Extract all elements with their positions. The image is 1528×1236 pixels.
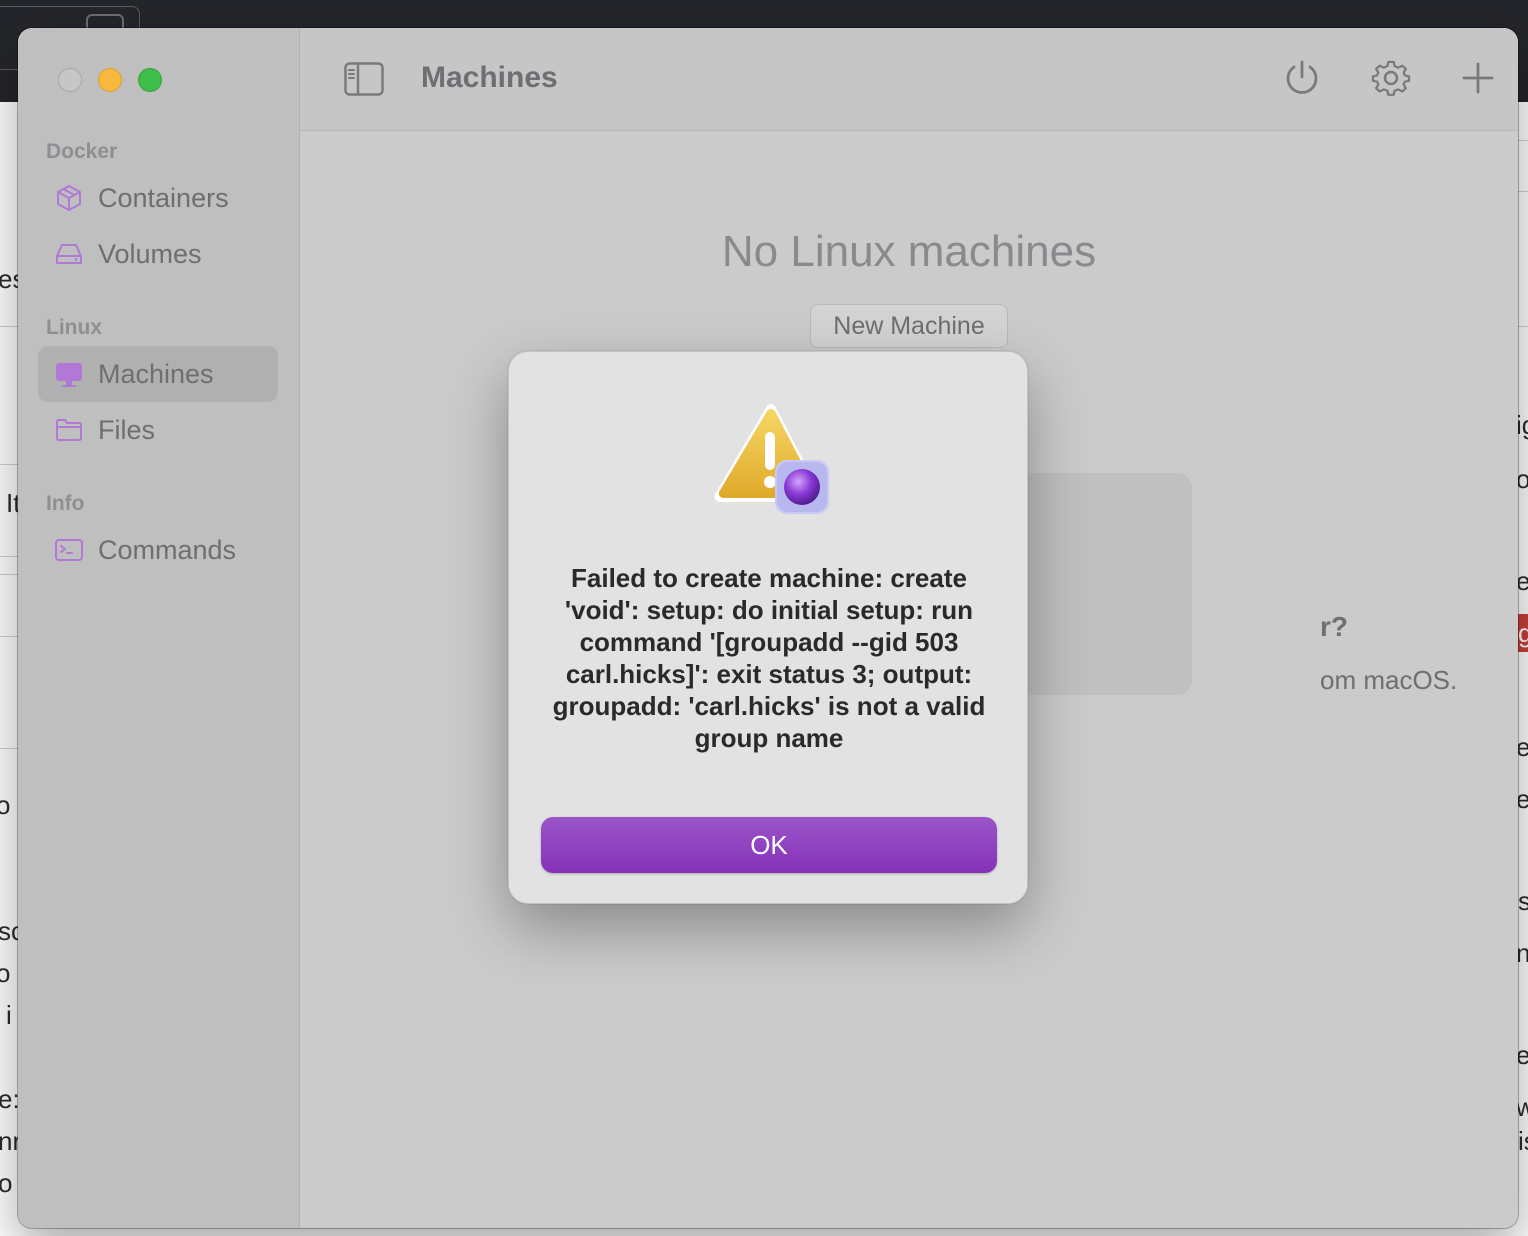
background-rule	[1518, 326, 1528, 327]
sidebar-toggle-icon[interactable]	[344, 62, 384, 96]
sidebar-item-machines[interactable]: Machines	[38, 346, 278, 402]
background-rule	[0, 574, 18, 575]
info-card-visible-text: r? om macOS.	[1310, 601, 1510, 701]
sidebar-section-linux: Linux	[46, 316, 102, 339]
sidebar-item-label: Files	[98, 415, 156, 445]
toolbar: Machines	[300, 28, 1518, 131]
background-text-fragment: o	[0, 790, 11, 820]
background-text-fragment: is	[1518, 1126, 1528, 1156]
info-card-body: om macOS.	[1320, 665, 1458, 695]
background-rule	[0, 748, 18, 749]
zoom-window-button[interactable]	[138, 68, 162, 92]
info-card-heading: r?	[1320, 611, 1348, 642]
drive-icon	[56, 244, 82, 264]
sidebar-item-label: Machines	[98, 359, 214, 389]
background-rule	[0, 326, 18, 327]
background-text-fragment: i	[6, 1000, 12, 1030]
terminal-icon	[55, 539, 83, 561]
folder-icon	[56, 419, 82, 441]
sidebar-item-commands[interactable]: Commands	[38, 522, 278, 578]
sidebar-section-info: Info	[46, 492, 85, 515]
new-machine-button[interactable]: New Machine	[810, 304, 1008, 348]
ok-button[interactable]: OK	[541, 817, 997, 873]
background-rule	[0, 464, 18, 465]
sidebar-item-label: Commands	[98, 535, 237, 565]
sidebar-item-files[interactable]: Files	[38, 402, 278, 458]
error-alert-dialog: Failed to create machine: create 'void':…	[508, 351, 1028, 904]
background-rule	[0, 636, 18, 637]
background-rule	[0, 556, 18, 557]
sidebar-section-docker: Docker	[46, 140, 118, 163]
background-text-fragment: o	[0, 1168, 13, 1198]
cube-icon	[57, 185, 81, 211]
plus-icon[interactable]	[1458, 58, 1498, 98]
sidebar-item-label: Volumes	[98, 239, 202, 269]
background-text-fragment: s	[1518, 886, 1528, 916]
empty-state-title: No Linux machines	[721, 227, 1097, 276]
sidebar-item-label: Containers	[98, 183, 229, 213]
monitor-icon	[56, 363, 82, 387]
warning-triangle-icon	[714, 404, 829, 514]
sidebar: Docker Containers Volumes Linux Machines…	[18, 28, 300, 1228]
minimize-window-button[interactable]	[98, 68, 122, 92]
sidebar-item-volumes[interactable]: Volumes	[38, 226, 278, 282]
power-icon[interactable]	[1282, 58, 1322, 98]
page-title: Machines	[421, 61, 558, 94]
alert-message: Failed to create machine: create 'void':…	[552, 563, 986, 753]
background-text-fragment: g	[1518, 618, 1528, 648]
background-text-fragment: o	[0, 958, 11, 988]
sidebar-item-containers[interactable]: Containers	[38, 170, 278, 226]
background-text-fragment: e:	[0, 1084, 20, 1114]
gear-icon[interactable]	[1371, 58, 1411, 98]
close-window-button[interactable]	[58, 68, 82, 92]
